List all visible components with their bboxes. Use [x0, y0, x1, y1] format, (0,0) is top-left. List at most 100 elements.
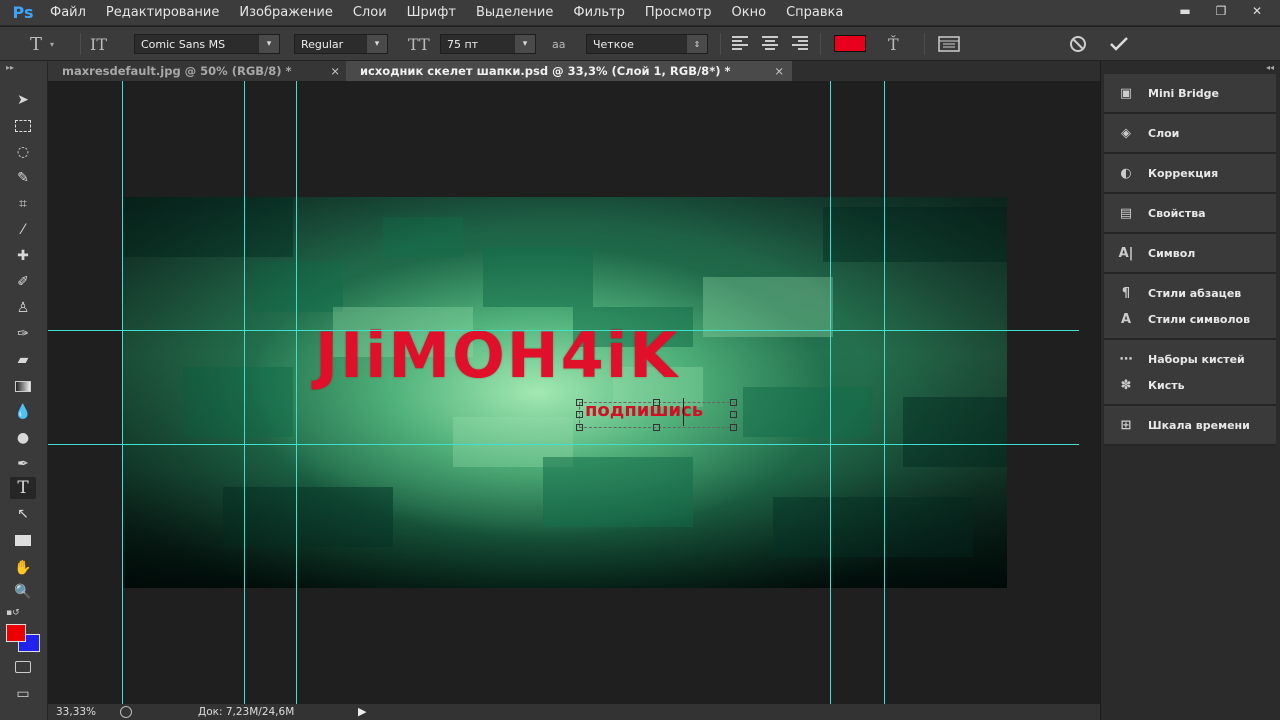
panel-label: Шкала времени: [1148, 418, 1250, 432]
mini-bridge-icon: ▣: [1119, 85, 1133, 101]
panel-layers[interactable]: ◈ Слои: [1104, 120, 1276, 146]
menu-select[interactable]: Выделение: [466, 0, 563, 26]
marquee-tool-icon[interactable]: [10, 115, 36, 137]
dodge-tool-icon[interactable]: ●: [10, 427, 36, 449]
subscribe-text[interactable]: подпишись: [585, 400, 703, 421]
align-right-button[interactable]: [792, 36, 808, 50]
panel-brush-presets[interactable]: ⋯ Наборы кистей: [1104, 346, 1276, 372]
menu-window[interactable]: Окно: [722, 0, 777, 26]
collapsed-panels: ▣ Mini Bridge ◈ Слои ◐ Коррекция ▤ Свойс…: [1104, 74, 1276, 446]
panel-paragraph-styles[interactable]: ¶ Стили абзацев: [1104, 280, 1276, 306]
screen-mode-icon[interactable]: ▭: [10, 683, 36, 705]
panel-group: ◈ Слои: [1104, 114, 1276, 154]
guide-vertical[interactable]: [884, 81, 885, 704]
status-menu-arrow-icon[interactable]: ▶: [358, 705, 366, 718]
font-family-select[interactable]: Comic Sans MS ▾: [134, 34, 280, 54]
font-family-value: Comic Sans MS: [141, 37, 226, 51]
tab-maxresdefault[interactable]: maxresdefault.jpg @ 50% (RGB/8) * ×: [48, 61, 348, 81]
restore-button[interactable]: ❐: [1206, 2, 1236, 20]
chevron-down-icon: ▾: [259, 35, 279, 53]
proof-icon[interactable]: [120, 706, 132, 718]
panels-icon: [938, 36, 960, 52]
chevron-down-icon: ▾: [367, 35, 387, 53]
gradient-tool-icon[interactable]: [10, 375, 36, 397]
expand-panels-icon[interactable]: ◂◂: [1266, 63, 1274, 72]
panel-mini-bridge[interactable]: ▣ Mini Bridge: [1104, 80, 1276, 106]
move-tool-icon[interactable]: ➤: [10, 89, 36, 111]
panel-label: Свойства: [1148, 206, 1206, 220]
align-center-button[interactable]: [762, 36, 778, 50]
menu-help[interactable]: Справка: [776, 0, 853, 26]
panel-brush[interactable]: ✽ Кисть: [1104, 372, 1276, 398]
panel-character-styles[interactable]: A Стили символов: [1104, 306, 1276, 332]
minimize-button[interactable]: ▬: [1170, 2, 1200, 20]
commit-edit-button[interactable]: [1108, 34, 1130, 54]
toggle-orientation-button[interactable]: IT: [90, 34, 107, 54]
collapse-arrows-icon[interactable]: ▸▸: [6, 63, 14, 72]
guide-horizontal[interactable]: [48, 330, 1079, 331]
clone-stamp-tool-icon[interactable]: ♙: [10, 297, 36, 319]
rectangle-tool-icon[interactable]: [10, 529, 36, 551]
font-style-select[interactable]: Regular ▾: [294, 34, 388, 54]
checkmark-icon: [1110, 37, 1128, 51]
eyedropper-tool-icon[interactable]: ⁄: [10, 219, 36, 241]
panel-properties[interactable]: ▤ Свойства: [1104, 200, 1276, 226]
type-tool-icon: T: [30, 33, 43, 55]
menu-view[interactable]: Просмотр: [635, 0, 722, 26]
close-tab-icon[interactable]: ×: [774, 61, 784, 81]
menu-layers[interactable]: Слои: [343, 0, 397, 26]
panel-character[interactable]: A| Символ: [1104, 240, 1276, 266]
type-tool-preset-button[interactable]: T ▾: [30, 33, 54, 55]
menu-type[interactable]: Шрифт: [397, 0, 466, 26]
menu-edit[interactable]: Редактирование: [96, 0, 229, 26]
panel-label: Стили абзацев: [1148, 286, 1242, 300]
default-colors-icon[interactable]: ▪↺: [6, 608, 20, 618]
warp-text-button[interactable]: Ť: [888, 34, 899, 54]
guide-vertical[interactable]: [244, 81, 245, 704]
menu-image[interactable]: Изображение: [229, 0, 342, 26]
guide-vertical[interactable]: [296, 81, 297, 704]
foreground-color-swatch[interactable]: [6, 624, 26, 642]
guide-vertical[interactable]: [122, 81, 123, 704]
cancel-edit-button[interactable]: [1068, 34, 1088, 54]
guide-vertical[interactable]: [830, 81, 831, 704]
menu-bar: Ps Файл Редактирование Изображение Слои …: [0, 0, 1280, 26]
history-brush-tool-icon[interactable]: ✑: [10, 323, 36, 345]
timeline-icon: ⊞: [1120, 417, 1132, 433]
text-caret: [683, 398, 684, 426]
menu-filter[interactable]: Фильтр: [563, 0, 634, 26]
hand-tool-icon[interactable]: ✋: [10, 557, 36, 579]
menu-file[interactable]: Файл: [40, 0, 96, 26]
guide-horizontal[interactable]: [48, 444, 1079, 445]
type-tool-icon[interactable]: T: [10, 477, 36, 499]
path-selection-tool-icon[interactable]: ↖: [10, 503, 36, 525]
tab-skeleton-psd[interactable]: исходник скелет шапки.psd @ 33,3% (Слой …: [346, 61, 792, 81]
healing-brush-tool-icon[interactable]: ✚: [10, 245, 36, 267]
lasso-tool-icon[interactable]: ◌: [10, 141, 36, 163]
crop-tool-icon[interactable]: ⌗: [10, 193, 36, 215]
zoom-level[interactable]: 33,33%: [56, 706, 96, 718]
panel-label: Стили символов: [1148, 312, 1251, 326]
quick-mask-icon[interactable]: [10, 656, 36, 678]
blur-tool-icon[interactable]: 💧: [10, 401, 36, 423]
panel-timeline[interactable]: ⊞ Шкала времени: [1104, 412, 1276, 438]
pen-tool-icon[interactable]: ✒: [10, 453, 36, 475]
close-window-button[interactable]: ✕: [1242, 2, 1272, 20]
status-bar: 33,33% Док: 7,23M/24,6M ▶: [48, 704, 1100, 720]
canvas-area[interactable]: JIiMOH4iK подпишись: [48, 81, 1100, 704]
align-left-button[interactable]: [732, 36, 748, 50]
zoom-tool-icon[interactable]: 🔍: [10, 581, 36, 603]
close-tab-icon[interactable]: ×: [330, 61, 340, 81]
document-artwork[interactable]: JIiMOH4iK подпишись: [123, 197, 1007, 588]
quick-selection-tool-icon[interactable]: ✎: [10, 167, 36, 189]
cancel-icon: [1070, 36, 1086, 52]
panels-toggle-button[interactable]: [938, 34, 960, 54]
text-color-swatch[interactable]: [834, 35, 866, 52]
tab-label: исходник скелет шапки.psd @ 33,3% (Слой …: [360, 64, 731, 78]
font-size-select[interactable]: 75 пт ▾: [440, 34, 536, 54]
panel-adjustments[interactable]: ◐ Коррекция: [1104, 160, 1276, 186]
photoshop-logo: Ps: [12, 3, 34, 22]
eraser-tool-icon[interactable]: ▰: [10, 349, 36, 371]
antialias-select[interactable]: Четкое ⇕: [586, 34, 708, 54]
brush-tool-icon[interactable]: ✐: [10, 271, 36, 293]
